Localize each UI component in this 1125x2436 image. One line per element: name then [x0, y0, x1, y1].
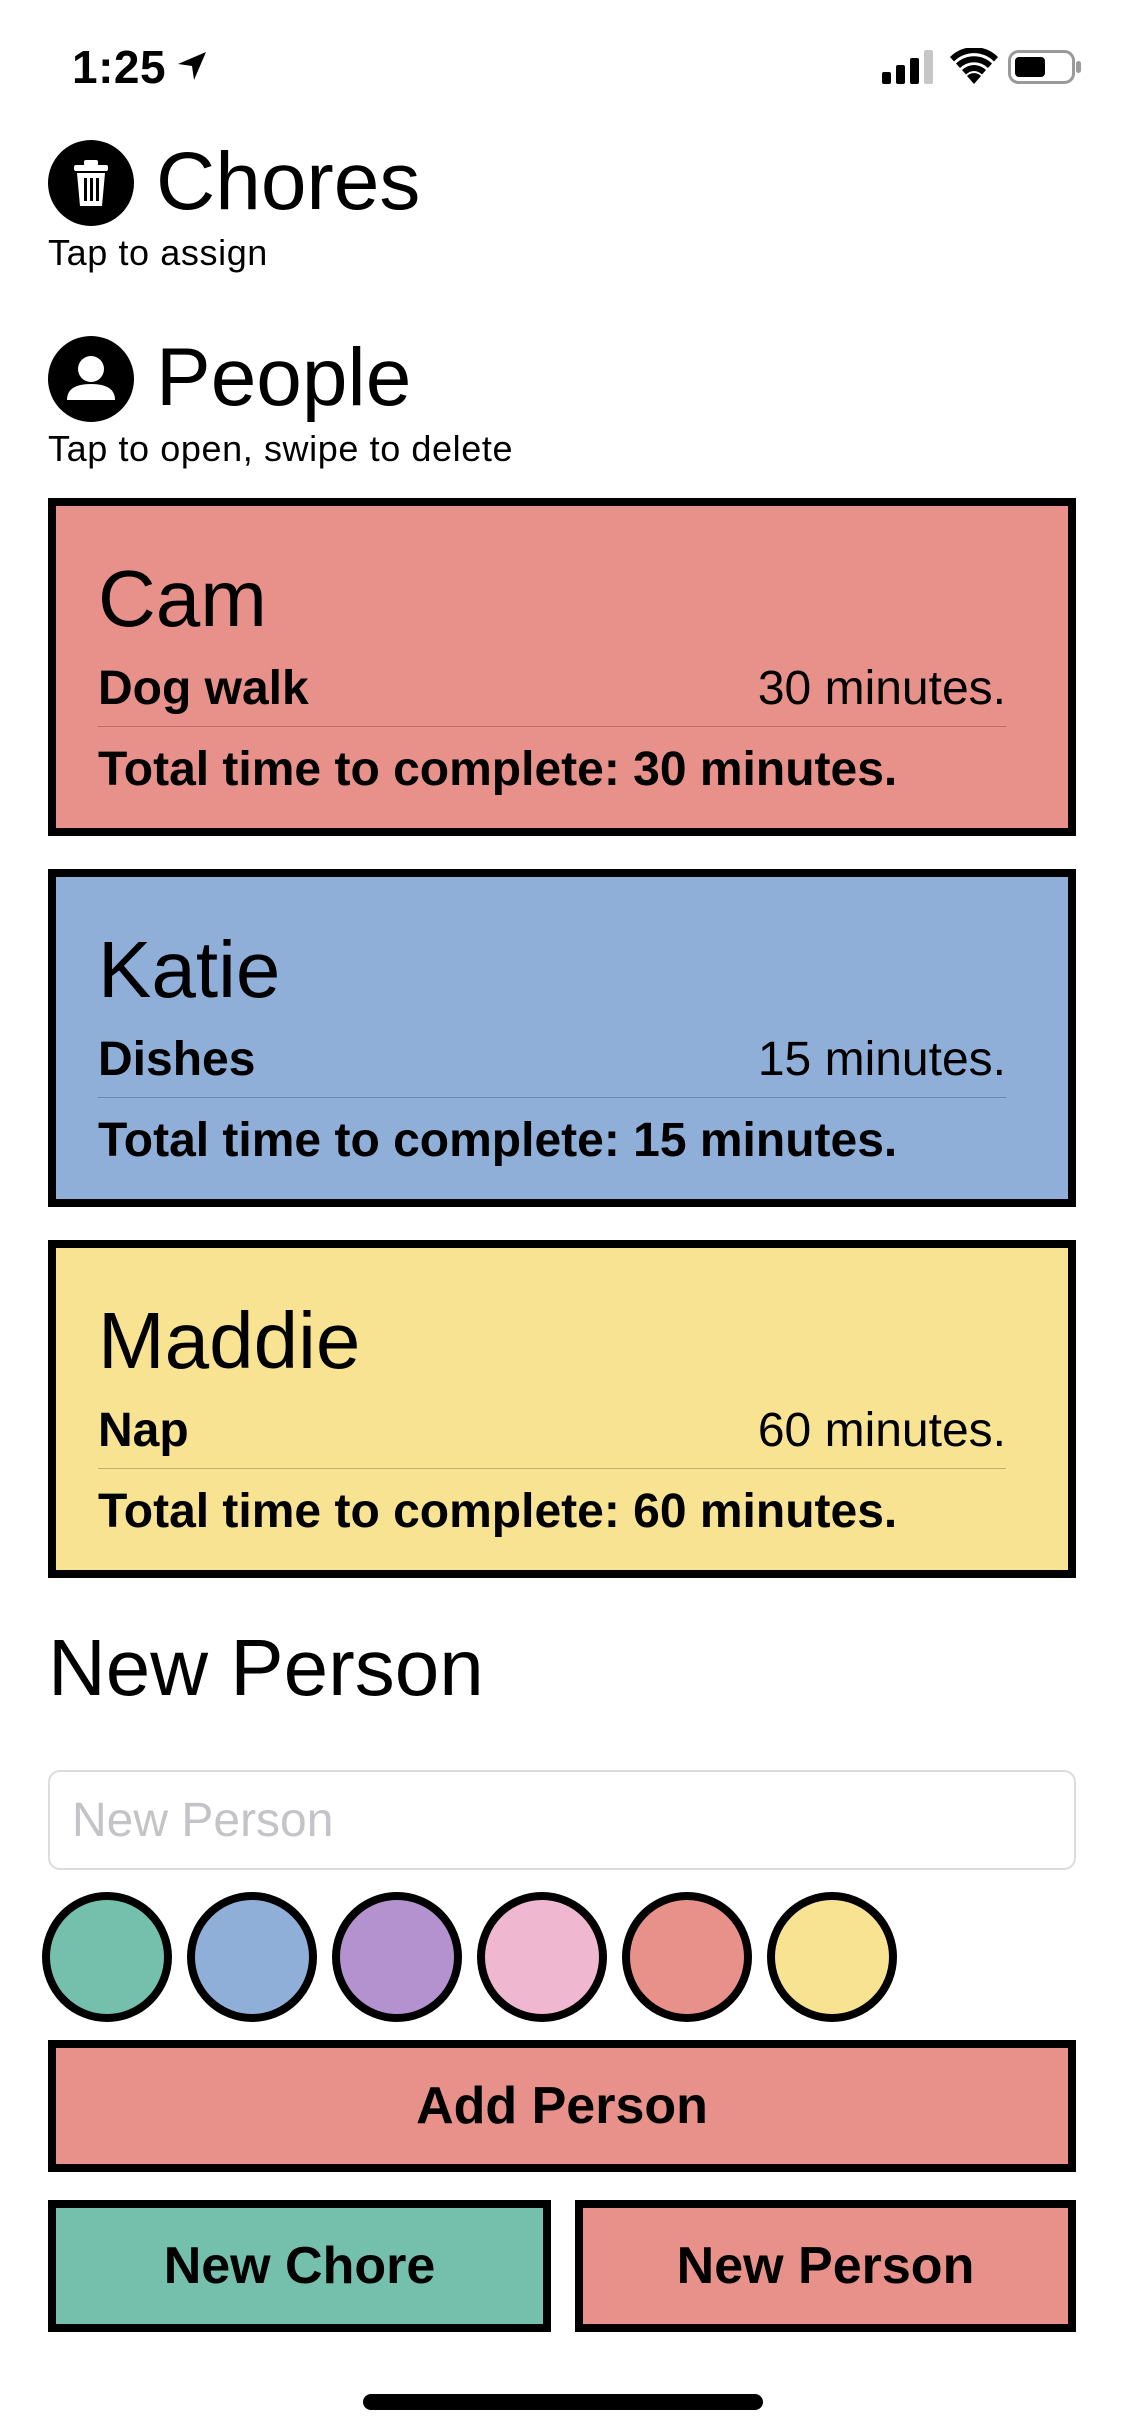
people-title: People: [156, 332, 412, 423]
total-time: Total time to complete: 30 minutes.: [98, 743, 898, 796]
location-arrow-icon: [176, 50, 208, 82]
person-name: Cam: [98, 554, 267, 643]
color-swatch-pink[interactable]: [477, 1892, 607, 2022]
chores-title: Chores: [156, 136, 421, 227]
wifi-icon: [950, 47, 998, 84]
trash-icon: [48, 140, 134, 226]
chore-time: 30 minutes.: [757, 662, 1006, 715]
chores-subtitle: Tap to assign: [48, 232, 268, 273]
chore-name: Nap: [98, 1404, 189, 1457]
color-swatch-teal[interactable]: [42, 1892, 172, 2022]
chore-time: 15 minutes.: [757, 1033, 1006, 1086]
home-indicator: [363, 2394, 763, 2410]
new-person-button[interactable]: New Person: [575, 2200, 1076, 2332]
add-person-button[interactable]: Add Person: [48, 2040, 1076, 2172]
color-swatch-blue[interactable]: [187, 1892, 317, 2022]
people-subtitle: Tap to open, swipe to delete: [48, 428, 514, 469]
status-time: 1:25: [72, 41, 167, 93]
person-icon: [48, 336, 134, 422]
person-name: Maddie: [98, 1296, 361, 1385]
person-card-cam[interactable]: Cam Dog walk 30 minutes. Total time to c…: [48, 498, 1076, 836]
chore-time: 60 minutes.: [757, 1404, 1006, 1457]
new-person-title: New Person: [48, 1623, 484, 1712]
color-swatch-red[interactable]: [622, 1892, 752, 2022]
person-card-katie[interactable]: Katie Dishes 15 minutes. Total time to c…: [48, 869, 1076, 1207]
chore-name: Dishes: [98, 1033, 256, 1086]
status-bar: 1:25: [0, 0, 1125, 140]
new-person-name-input[interactable]: [48, 1770, 1076, 1870]
battery-icon: [1008, 50, 1082, 84]
color-swatch-yellow[interactable]: [767, 1892, 897, 2022]
person-card-maddie[interactable]: Maddie Nap 60 minutes. Total time to com…: [48, 1240, 1076, 1578]
person-name: Katie: [98, 925, 281, 1014]
total-time: Total time to complete: 15 minutes.: [98, 1114, 898, 1167]
divider: [98, 1097, 1006, 1098]
cellular-signal-icon: [882, 50, 936, 84]
new-chore-button[interactable]: New Chore: [48, 2200, 551, 2332]
total-time: Total time to complete: 60 minutes.: [98, 1485, 898, 1538]
divider: [98, 726, 1006, 727]
chore-name: Dog walk: [98, 662, 309, 715]
color-swatch-purple[interactable]: [332, 1892, 462, 2022]
divider: [98, 1468, 1006, 1469]
